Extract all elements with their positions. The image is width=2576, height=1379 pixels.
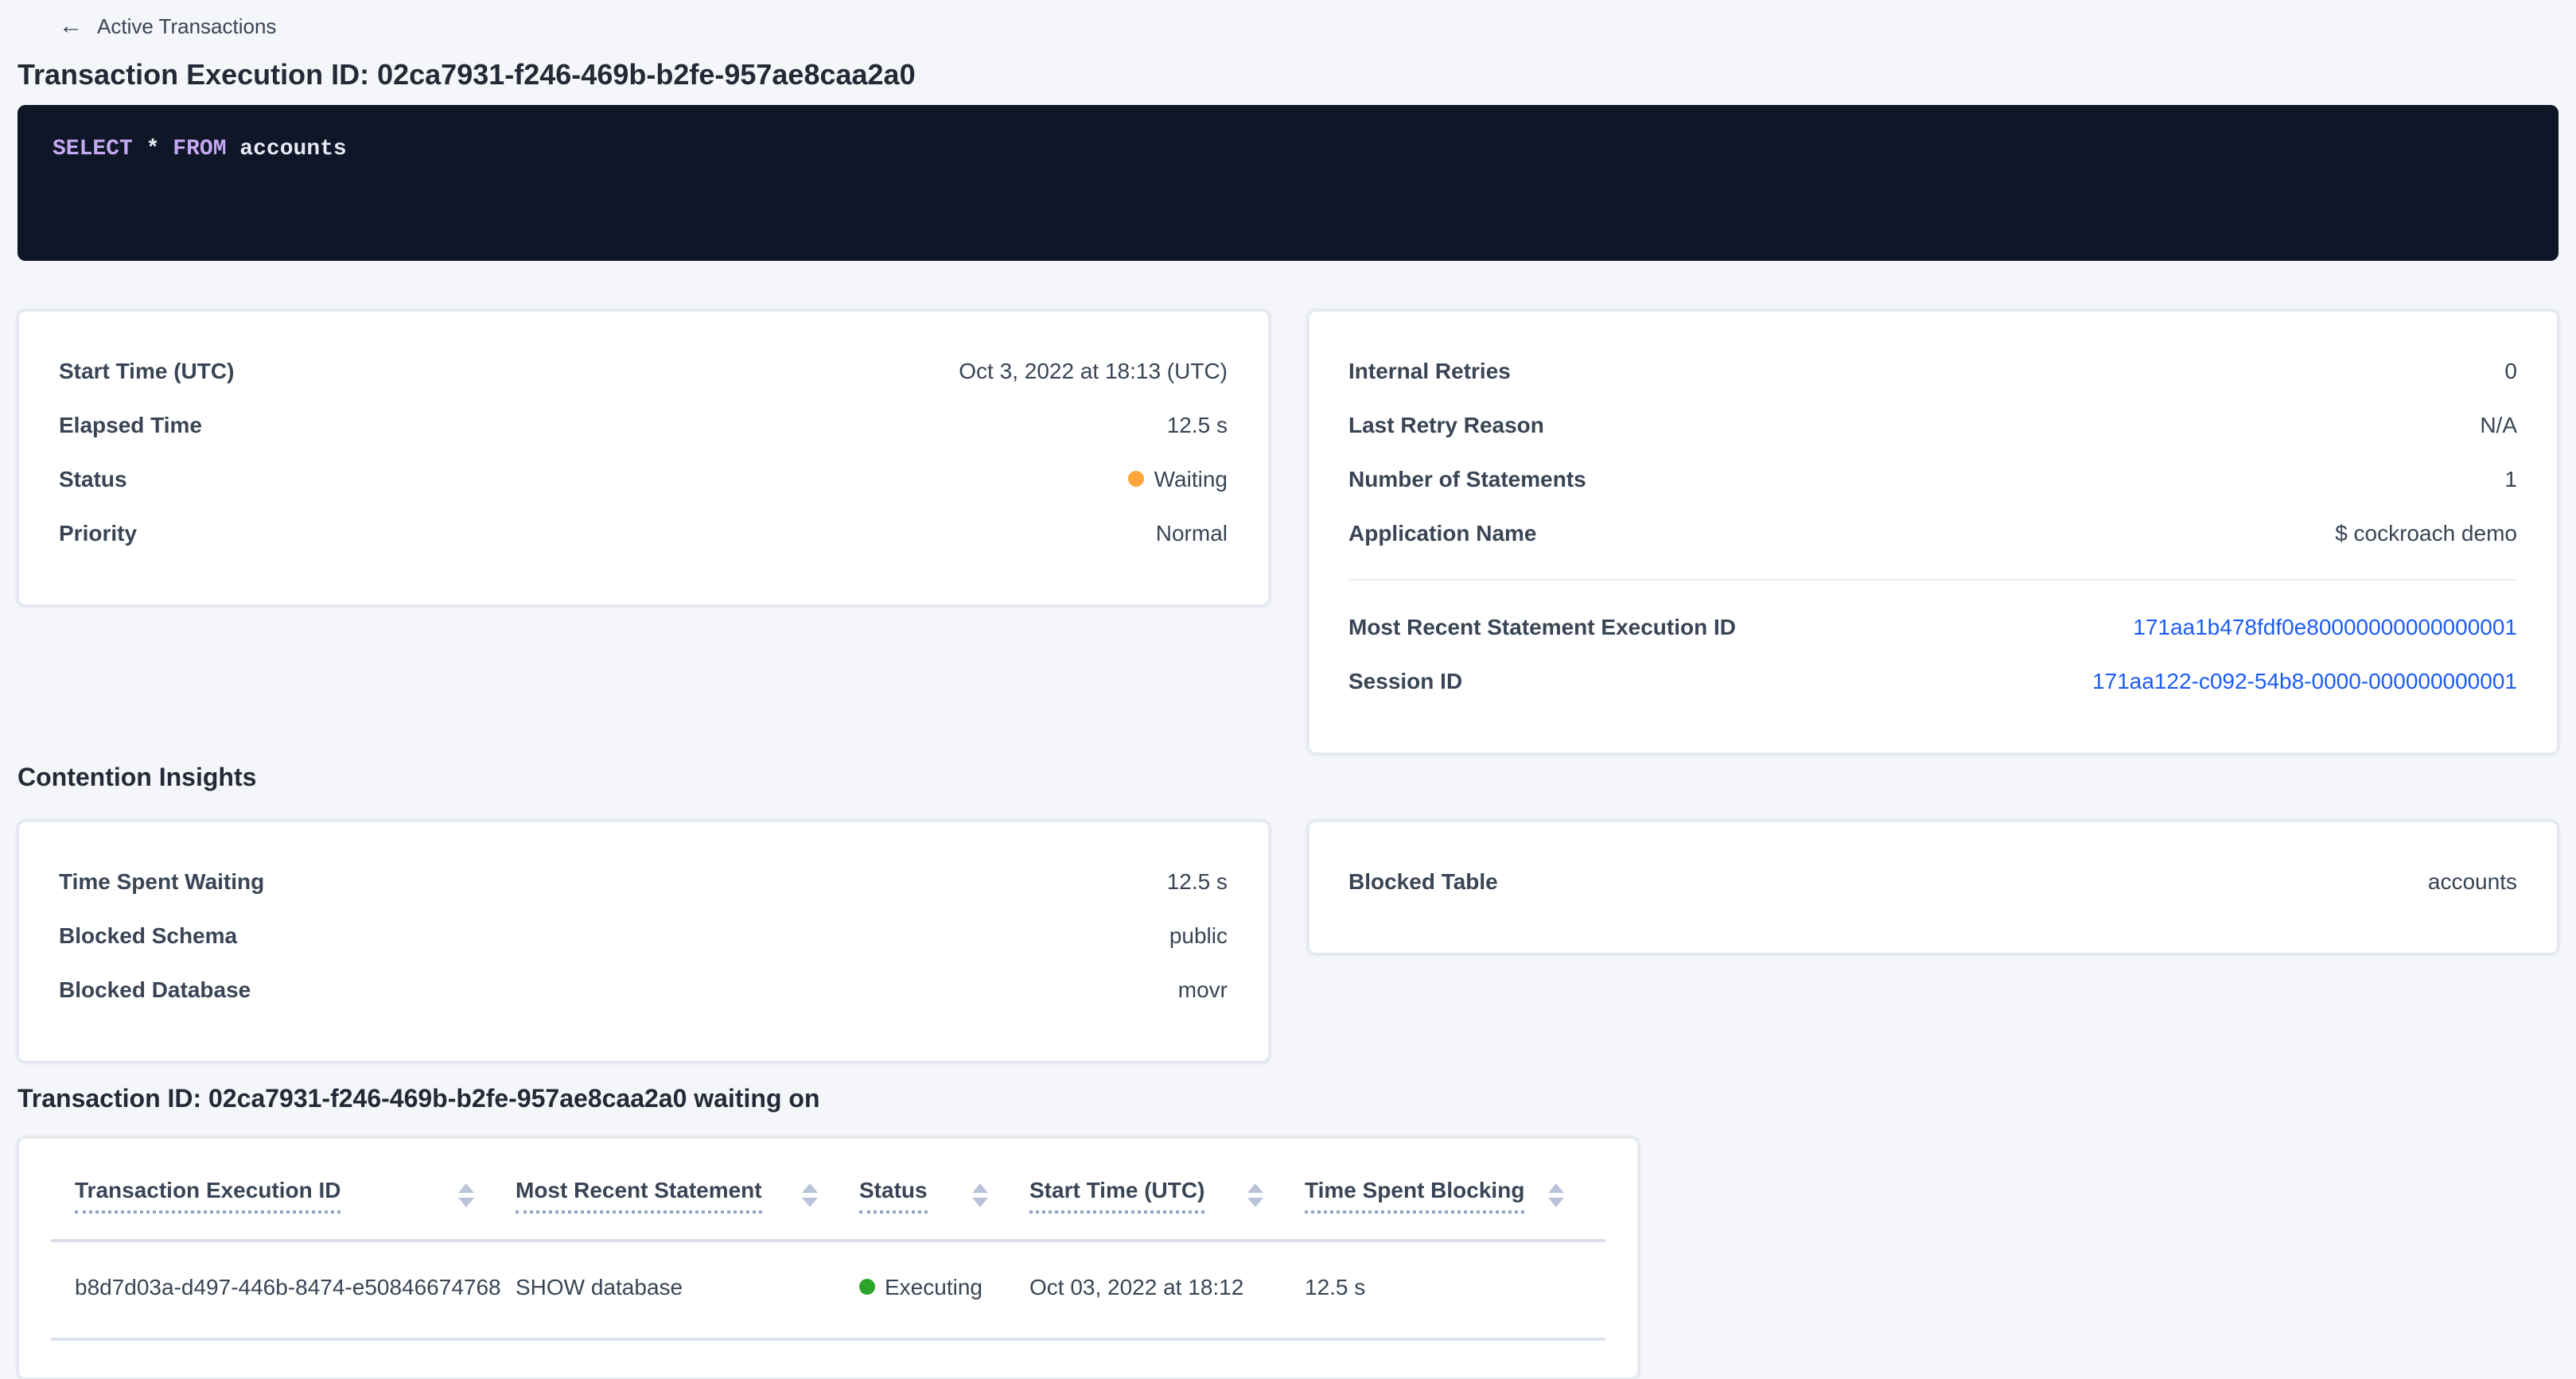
application-name-label: Application Name	[1348, 520, 1537, 546]
contention-insights-heading: Contention Insights	[18, 763, 2558, 795]
column-label-start-time: Start Time (UTC)	[1029, 1177, 1204, 1214]
sql-statement-box: SELECT * FROM accounts	[18, 105, 2558, 261]
blocked-table-row: Blocked Table accounts	[1348, 854, 2517, 908]
back-arrow-icon: ←	[59, 14, 83, 38]
column-label-most-recent-statement: Most Recent Statement	[516, 1177, 762, 1214]
sql-keyword-select: SELECT	[53, 137, 133, 162]
sort-icon[interactable]	[1548, 1183, 1564, 1207]
blocked-database-value: movr	[1178, 977, 1228, 1002]
column-header-time-spent-blocking[interactable]: Time Spent Blocking	[1305, 1139, 1605, 1241]
blocked-database-label: Blocked Database	[59, 977, 251, 1002]
priority-row: Priority Normal	[59, 506, 1228, 560]
cell-start-time: Oct 03, 2022 at 18:12	[1029, 1241, 1305, 1339]
column-header-start-time[interactable]: Start Time (UTC)	[1029, 1139, 1305, 1241]
session-id-label: Session ID	[1348, 668, 1462, 693]
breadcrumb-label: Active Transactions	[97, 14, 276, 38]
session-id-row: Session ID 171aa122-c092-54b8-0000-00000…	[1348, 654, 2517, 708]
status-waiting-dot-icon	[1129, 471, 1145, 487]
sql-identifier: accounts	[227, 137, 347, 162]
waiting-on-heading: Transaction ID: 02ca7931-f246-469b-b2fe-…	[18, 1085, 2558, 1117]
page-title: Transaction Execution ID: 02ca7931-f246-…	[18, 57, 2558, 92]
column-header-most-recent-statement[interactable]: Most Recent Statement	[516, 1139, 859, 1241]
back-to-active-transactions-link[interactable]: ← Active Transactions	[59, 0, 276, 38]
start-time-label: Start Time (UTC)	[59, 358, 234, 383]
number-of-statements-value: 1	[2504, 466, 2517, 491]
cell-status-text: Executing	[885, 1274, 983, 1299]
status-row: Status Waiting	[59, 452, 1228, 506]
statement-execution-id-link[interactable]: 171aa1b478fdf0e80000000000000001	[2133, 614, 2517, 639]
blocked-schema-label: Blocked Schema	[59, 923, 237, 948]
blocked-table-value: accounts	[2428, 868, 2517, 894]
priority-value: Normal	[1156, 520, 1228, 546]
start-time-row: Start Time (UTC) Oct 3, 2022 at 18:13 (U…	[59, 344, 1228, 398]
transaction-overview-card: Start Time (UTC) Oct 3, 2022 at 18:13 (U…	[18, 310, 1269, 606]
column-header-transaction-execution-id[interactable]: Transaction Execution ID	[51, 1139, 516, 1241]
blocked-schema-row: Blocked Schema public	[59, 908, 1228, 962]
elapsed-time-label: Elapsed Time	[59, 412, 202, 437]
elapsed-time-row: Elapsed Time 12.5 s	[59, 398, 1228, 452]
priority-label: Priority	[59, 520, 137, 546]
sql-operator: *	[133, 137, 173, 162]
internal-retries-value: 0	[2504, 358, 2517, 383]
table-row: b8d7d03a-d497-446b-8474-e50846674768 SHO…	[51, 1241, 1605, 1339]
session-id-link[interactable]: 171aa122-c092-54b8-0000-000000000001	[2092, 668, 2517, 693]
internal-retries-row: Internal Retries 0	[1348, 344, 2517, 398]
internal-retries-label: Internal Retries	[1348, 358, 1511, 383]
blocked-database-row: Blocked Database movr	[59, 962, 1228, 1016]
cell-time-spent-blocking: 12.5 s	[1305, 1241, 1605, 1339]
last-retry-reason-row: Last Retry Reason N/A	[1348, 398, 2517, 452]
sort-icon[interactable]	[458, 1183, 474, 1207]
status-value-text: Waiting	[1154, 466, 1228, 491]
sort-icon[interactable]	[802, 1183, 818, 1207]
application-name-row: Application Name $ cockroach demo	[1348, 506, 2517, 560]
cell-status: Executing	[859, 1241, 1029, 1339]
contention-waiting-card: Time Spent Waiting 12.5 s Blocked Schema…	[18, 821, 1269, 1062]
statement-execution-id-label: Most Recent Statement Execution ID	[1348, 614, 1736, 639]
time-spent-waiting-label: Time Spent Waiting	[59, 868, 264, 894]
transaction-details-card: Internal Retries 0 Last Retry Reason N/A…	[1307, 310, 2558, 754]
last-retry-reason-value: N/A	[2480, 412, 2517, 437]
waiting-on-table: Transaction Execution ID Most Recent Sta…	[51, 1139, 1605, 1341]
blocked-schema-value: public	[1169, 923, 1228, 948]
contention-blocked-table-card: Blocked Table accounts	[1307, 821, 2558, 954]
blocked-table-label: Blocked Table	[1348, 868, 1498, 894]
number-of-statements-row: Number of Statements 1	[1348, 452, 2517, 506]
page-content: ← Active Transactions Transaction Execut…	[0, 0, 2576, 1379]
column-label-time-spent-blocking: Time Spent Blocking	[1305, 1177, 1524, 1214]
active-transaction-details-page: ← Active Transactions Transaction Execut…	[0, 0, 2576, 1365]
status-label: Status	[59, 466, 127, 491]
cell-most-recent-statement: SHOW database	[516, 1241, 859, 1339]
time-spent-waiting-row: Time Spent Waiting 12.5 s	[59, 854, 1228, 908]
summary-cards-row: Start Time (UTC) Oct 3, 2022 at 18:13 (U…	[18, 310, 2558, 754]
sort-icon[interactable]	[1247, 1183, 1263, 1207]
sort-icon[interactable]	[972, 1183, 988, 1207]
application-name-value: $ cockroach demo	[2335, 520, 2517, 546]
column-label-status: Status	[859, 1177, 928, 1214]
start-time-value: Oct 3, 2022 at 18:13 (UTC)	[959, 358, 1228, 383]
status-executing-dot-icon	[859, 1279, 875, 1295]
waiting-on-table-card: Transaction Execution ID Most Recent Sta…	[18, 1137, 1639, 1379]
card-divider	[1348, 579, 2517, 581]
column-header-status[interactable]: Status	[859, 1139, 1029, 1241]
statement-execution-id-row: Most Recent Statement Execution ID 171aa…	[1348, 600, 2517, 654]
last-retry-reason-label: Last Retry Reason	[1348, 412, 1544, 437]
time-spent-waiting-value: 12.5 s	[1167, 868, 1228, 894]
cell-transaction-execution-id: b8d7d03a-d497-446b-8474-e50846674768	[51, 1241, 516, 1339]
status-value: Waiting	[1129, 466, 1228, 491]
sql-keyword-from: FROM	[173, 137, 226, 162]
column-label-transaction-execution-id: Transaction Execution ID	[75, 1177, 341, 1214]
contention-cards-row: Time Spent Waiting 12.5 s Blocked Schema…	[18, 821, 2558, 1062]
number-of-statements-label: Number of Statements	[1348, 466, 1586, 491]
elapsed-time-value: 12.5 s	[1167, 412, 1228, 437]
table-header-row: Transaction Execution ID Most Recent Sta…	[51, 1139, 1605, 1241]
